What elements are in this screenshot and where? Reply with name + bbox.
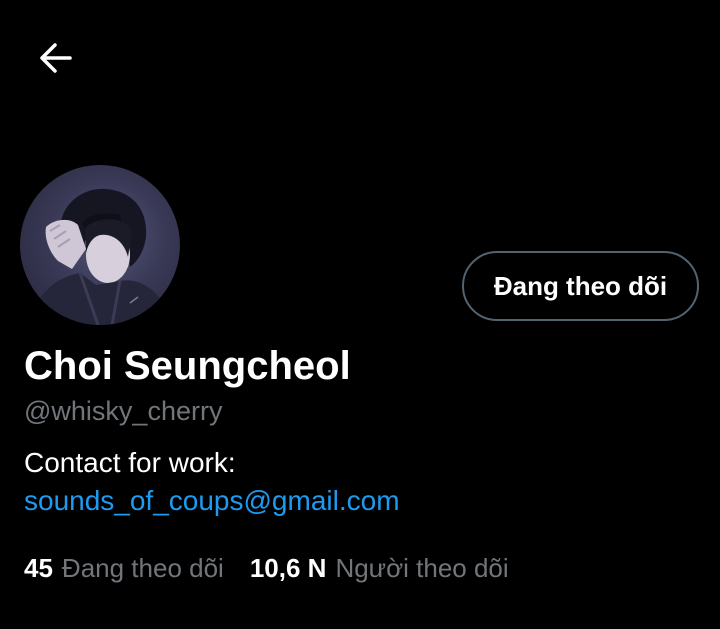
following-button[interactable]: Đang theo dõi <box>462 251 699 321</box>
profile-stats: 45 Đang theo dõi 10,6 N Người theo dõi <box>24 553 509 584</box>
avatar[interactable] <box>20 165 180 325</box>
arrow-left-icon <box>40 43 72 73</box>
bio-email-link[interactable]: sounds_of_coups@gmail.com <box>24 485 400 517</box>
followers-stat[interactable]: 10,6 N Người theo dõi <box>250 553 509 584</box>
following-button-label: Đang theo dõi <box>493 270 668 301</box>
username-handle: @whisky_cherry <box>24 396 223 426</box>
profile-photo <box>30 188 172 325</box>
bio-text: Contact for work: <box>24 447 236 478</box>
back-button[interactable] <box>30 32 82 84</box>
following-stat[interactable]: 45 Đang theo dõi <box>24 553 224 584</box>
display-name: Choi Seungcheol <box>24 344 351 388</box>
following-count: 45 <box>24 553 53 583</box>
following-label: Đang theo dõi <box>61 553 224 583</box>
profile-page: Đang theo dõi Choi Seungcheol @whisky_ch… <box>0 0 720 629</box>
followers-count: 10,6 N <box>249 553 327 583</box>
followers-label: Người theo dõi <box>335 553 509 583</box>
